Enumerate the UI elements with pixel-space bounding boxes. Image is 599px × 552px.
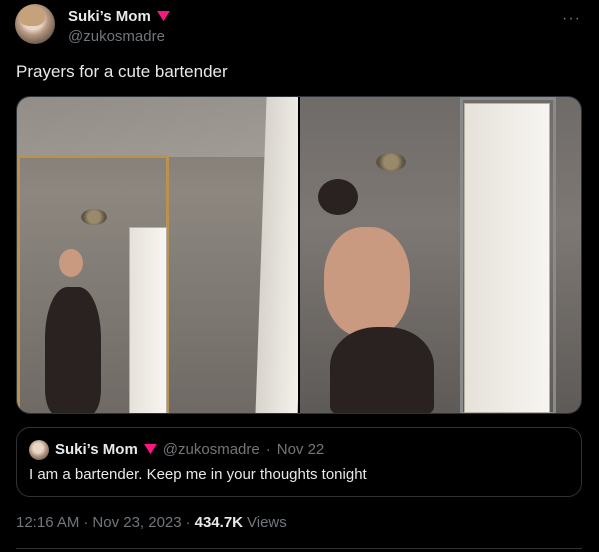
tweet-date[interactable]: Nov 23, 2023	[92, 514, 181, 531]
author-avatar[interactable]	[15, 4, 55, 44]
tweet-media	[16, 96, 582, 414]
author-display-name[interactable]: Suki’s Mom	[68, 8, 151, 25]
quoted-author-row: Suki’s Mom @zukosmadre · Nov 22	[55, 441, 324, 458]
tweet-time[interactable]: 12:16 AM	[16, 514, 79, 531]
quoted-display-name: Suki’s Mom	[55, 441, 138, 458]
photo-left[interactable]	[17, 97, 298, 413]
quoted-text: I am a bartender. Keep me in your though…	[29, 466, 367, 483]
quoted-tweet[interactable]: Suki’s Mom @zukosmadre · Nov 22 I am a b…	[16, 427, 582, 497]
tweet-meta: 12:16 AM · Nov 23, 2023 · 434.7K Views	[16, 514, 287, 531]
more-options-icon[interactable]: ···	[562, 10, 581, 28]
quoted-date: Nov 22	[276, 441, 325, 458]
red-heart-icon	[143, 444, 157, 455]
photo-right[interactable]	[300, 97, 581, 413]
meta-separator: ·	[83, 514, 89, 531]
tweet-text: Prayers for a cute bartender	[16, 62, 228, 81]
tweet-header: Suki’s Mom @zukosmadre ···	[15, 4, 585, 48]
views-label: Views	[247, 514, 287, 531]
quoted-separator: ·	[265, 441, 271, 458]
red-heart-icon	[156, 11, 170, 22]
author-handle[interactable]: @zukosmadre	[68, 28, 165, 45]
views-count[interactable]: 434.7K	[195, 514, 243, 531]
meta-separator: ·	[185, 514, 191, 531]
quoted-handle: @zukosmadre	[162, 441, 260, 458]
quoted-author-avatar	[29, 440, 49, 460]
author-name-row: Suki’s Mom	[68, 8, 170, 25]
divider	[16, 548, 582, 549]
